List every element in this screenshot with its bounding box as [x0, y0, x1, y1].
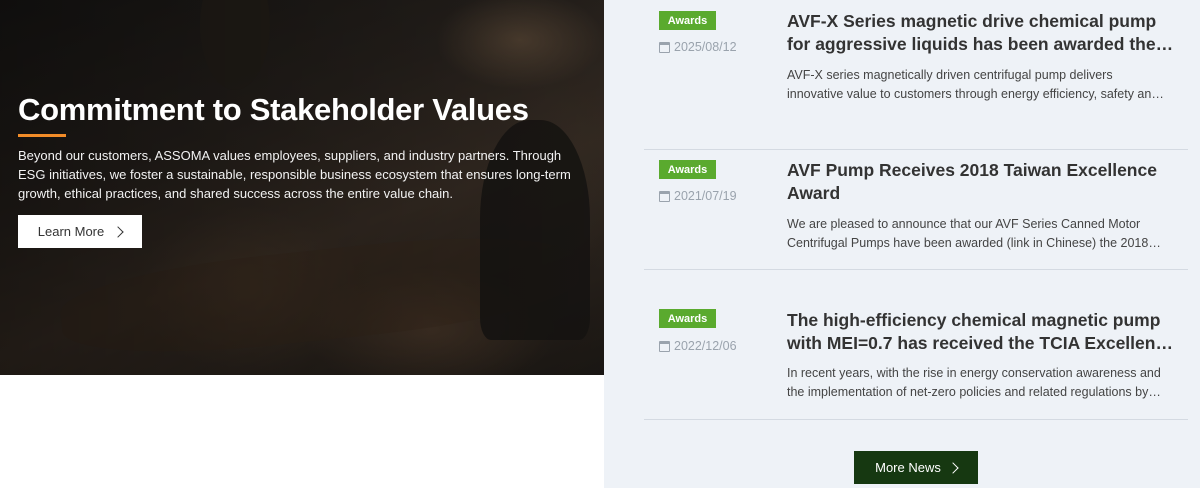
- date-text: 2021/07/19: [674, 189, 737, 203]
- stakeholder-hero-banner: Commitment to Stakeholder Values Beyond …: [0, 0, 604, 375]
- news-date: 2025/08/12: [659, 40, 737, 54]
- news-date: 2022/12/06: [659, 339, 737, 353]
- more-news-label: More News: [875, 460, 941, 475]
- calendar-icon: [659, 41, 670, 53]
- news-description: AVF-X series magnetically driven centrif…: [787, 68, 1159, 101]
- date-text: 2025/08/12: [674, 40, 737, 54]
- calendar-icon: [659, 190, 670, 202]
- more-news-button[interactable]: More News: [854, 451, 978, 484]
- hero-description: Beyond our customers, ASSOMA values empl…: [18, 148, 571, 201]
- news-title[interactable]: The high-efficiency chemical magnetic pu…: [787, 309, 1179, 355]
- news-title[interactable]: AVF-X Series magnetic drive chemical pum…: [787, 10, 1179, 56]
- news-description: We are pleased to announce that our AVF …: [787, 217, 1149, 250]
- news-item[interactable]: Awards 2021/07/19 AVF Pump Receives 2018…: [644, 120, 1188, 270]
- date-text: 2022/12/06: [674, 339, 737, 353]
- category-badge: Awards: [659, 11, 716, 30]
- learn-more-label: Learn More: [37, 224, 105, 239]
- hero-title: Commitment to Stakeholder Values: [18, 92, 529, 127]
- news-description: In recent years, with the rise in energy…: [787, 366, 1161, 399]
- news-item[interactable]: Awards 2022/12/06 The high-efficiency ch…: [644, 270, 1188, 420]
- title-accent-bar: [18, 134, 66, 137]
- page: Commitment to Stakeholder Values Beyond …: [0, 0, 1200, 488]
- news-date: 2021/07/19: [659, 189, 737, 203]
- category-badge: Awards: [659, 309, 716, 328]
- category-badge: Awards: [659, 160, 716, 179]
- learn-more-button[interactable]: Learn More: [18, 215, 142, 248]
- news-title[interactable]: AVF Pump Receives 2018 Taiwan Excellence…: [787, 159, 1179, 205]
- chevron-right-icon: [947, 461, 959, 474]
- calendar-icon: [659, 340, 670, 352]
- news-panel: Awards 2025/08/12 AVF-X Series magnetic …: [604, 0, 1200, 488]
- chevron-right-icon: [112, 225, 124, 238]
